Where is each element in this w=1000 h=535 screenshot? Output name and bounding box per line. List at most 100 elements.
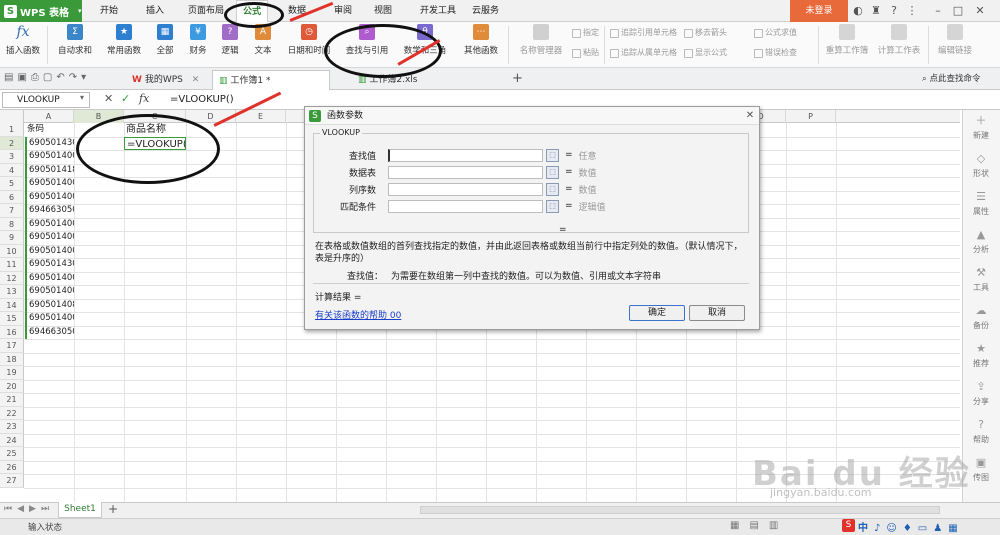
- cancel-icon[interactable]: ✕: [104, 92, 113, 105]
- column-header[interactable]: A: [24, 110, 74, 123]
- punctuation-icon[interactable]: ♪: [874, 523, 886, 534]
- menu-item[interactable]: 视图: [368, 0, 398, 22]
- row-header[interactable]: 13: [0, 285, 24, 299]
- apps-icon[interactable]: ▦: [948, 523, 963, 534]
- ribbon-function-button[interactable]: Σ 自动求和: [50, 24, 100, 64]
- fx-icon[interactable]: fx: [139, 92, 149, 105]
- login-button[interactable]: 未登录: [790, 0, 848, 22]
- ime-toolbar[interactable]: 中♪☺♦▭♟▦: [858, 519, 964, 534]
- cell-barcode[interactable]: 6905014000081: [25, 177, 74, 191]
- add-sheet-button[interactable]: +: [108, 502, 118, 516]
- dialog-title-bar[interactable]: S 函数参数: [305, 107, 759, 125]
- smile-icon[interactable]: ☺: [886, 523, 902, 534]
- new-tab-button[interactable]: +: [506, 70, 529, 90]
- cell-barcode[interactable]: 6905014000081: [25, 285, 74, 299]
- select-all-corner[interactable]: [0, 110, 24, 123]
- argument-input[interactable]: [388, 199, 543, 213]
- page-break-icon[interactable]: ▥: [769, 520, 788, 531]
- side-panel-item[interactable]: ＋ 新建: [962, 114, 1000, 150]
- function-help-link[interactable]: 有关该函数的帮助 00: [315, 308, 401, 321]
- side-panel-item[interactable]: ⇪ 分享: [962, 380, 1000, 416]
- row-header[interactable]: 24: [0, 433, 24, 447]
- formula-evaluate-button[interactable]: 公式求值: [754, 26, 797, 40]
- cell-barcode[interactable]: 6905014300050: [25, 136, 74, 150]
- cell-barcode[interactable]: 6905014000555: [25, 217, 74, 231]
- ribbon-function-button[interactable]: ★ 常用函数: [100, 24, 148, 64]
- row-header[interactable]: 17: [0, 339, 24, 353]
- trace-precedents-button[interactable]: 追踪引用单元格: [610, 26, 677, 40]
- menu-item[interactable]: 页面布局: [182, 0, 230, 22]
- row-header[interactable]: 7: [0, 204, 24, 218]
- cell-barcode[interactable]: 6946630500036: [25, 325, 74, 339]
- shirt-icon[interactable]: ♜: [868, 3, 884, 19]
- edit-links-button[interactable]: 编辑链接: [932, 24, 978, 64]
- remove-arrows-button[interactable]: 移去箭头: [684, 26, 727, 40]
- row-header[interactable]: 2: [0, 136, 24, 150]
- row-header[interactable]: 1: [0, 123, 24, 137]
- insert-function-button[interactable]: fx 插入函数: [2, 24, 44, 64]
- range-picker-icon[interactable]: ⬚: [546, 199, 559, 213]
- cell-barcode[interactable]: 6905014300495: [25, 258, 74, 272]
- column-header[interactable]: P: [786, 110, 836, 123]
- command-search[interactable]: ⌕ 点此查找命令: [922, 72, 998, 87]
- row-header[interactable]: 25: [0, 447, 24, 461]
- side-panel-item[interactable]: ★ 推荐: [962, 342, 1000, 378]
- row-header[interactable]: 16: [0, 325, 24, 339]
- row-header[interactable]: 14: [0, 298, 24, 312]
- sheet-tab[interactable]: Sheet1: [58, 502, 102, 518]
- menu-item[interactable]: 开发工具: [414, 0, 462, 22]
- ok-button[interactable]: 确定: [629, 305, 685, 321]
- cell-barcode[interactable]: 6905014000142: [25, 190, 74, 204]
- ribbon-function-button[interactable]: ⋯ 其他函数: [456, 24, 506, 64]
- name-box[interactable]: VLOOKUP: [2, 92, 90, 108]
- paste-button[interactable]: 粘贴: [572, 46, 599, 60]
- cell-barcode[interactable]: 条码: [25, 123, 74, 137]
- range-picker-icon[interactable]: ⬚: [546, 182, 559, 196]
- row-header[interactable]: 18: [0, 352, 24, 366]
- name-box-dropdown-icon[interactable]: ▾: [80, 93, 84, 102]
- prev-sheet-icon[interactable]: ◀: [17, 504, 29, 514]
- side-panel-item[interactable]: ⚒ 工具: [962, 266, 1000, 302]
- cell-barcode[interactable]: 6905014000548: [25, 244, 74, 258]
- ribbon-function-button[interactable]: A 文本: [246, 24, 280, 64]
- user-icon[interactable]: ♟: [933, 523, 948, 534]
- row-header[interactable]: 27: [0, 474, 24, 488]
- tab-workbook1[interactable]: ▥ 工作簿1 *: [212, 70, 330, 90]
- row-header[interactable]: 3: [0, 150, 24, 164]
- ribbon-function-button[interactable]: ▦ 全部: [148, 24, 182, 64]
- range-picker-icon[interactable]: ⬚: [546, 165, 559, 179]
- open-icon[interactable]: ▤: [4, 72, 17, 83]
- row-header[interactable]: 11: [0, 258, 24, 272]
- ribbon-function-button[interactable]: ¥ 财务: [182, 24, 214, 64]
- ribbon-function-button[interactable]: ? 逻辑: [214, 24, 246, 64]
- side-panel-item[interactable]: ◇ 形状: [962, 152, 1000, 188]
- undo-icon[interactable]: ↶: [56, 72, 68, 83]
- skin-icon[interactable]: ◐: [850, 3, 866, 19]
- view-switcher[interactable]: ▦▤▥: [730, 520, 788, 531]
- row-header[interactable]: 8: [0, 217, 24, 231]
- normal-view-icon[interactable]: ▦: [730, 520, 749, 531]
- trace-dependents-button[interactable]: 追踪从属单元格: [610, 46, 677, 60]
- range-picker-icon[interactable]: ⬚: [546, 148, 559, 162]
- row-header[interactable]: 20: [0, 379, 24, 393]
- error-check-button[interactable]: 错误检查: [754, 46, 797, 60]
- keyboard-icon[interactable]: ▭: [918, 523, 933, 534]
- cell-barcode[interactable]: 6905014081288: [25, 298, 74, 312]
- dropdown-icon[interactable]: ▾: [81, 72, 90, 83]
- cell-barcode[interactable]: 6905014000401: [25, 231, 74, 245]
- minimize-icon[interactable]: –: [930, 3, 946, 19]
- side-panel-item[interactable]: ☰ 属性: [962, 190, 1000, 226]
- designate-button[interactable]: 指定: [572, 26, 599, 40]
- cell-barcode[interactable]: 6905014000364: [25, 312, 74, 326]
- menu-item[interactable]: 云服务: [466, 0, 505, 22]
- cell-barcode[interactable]: 6946630500043: [25, 204, 74, 218]
- cell-barcode[interactable]: 6905014000890: [25, 271, 74, 285]
- close-icon[interactable]: ✕: [972, 3, 988, 19]
- show-formulas-button[interactable]: 显示公式: [684, 46, 727, 60]
- row-header[interactable]: 10: [0, 244, 24, 258]
- argument-input[interactable]: [388, 165, 543, 179]
- more-icon[interactable]: ⋮: [904, 3, 920, 19]
- close-icon[interactable]: ✕: [192, 75, 200, 85]
- app-menu-button[interactable]: S WPS 表格 ▾: [0, 0, 82, 22]
- row-header[interactable]: 5: [0, 177, 24, 191]
